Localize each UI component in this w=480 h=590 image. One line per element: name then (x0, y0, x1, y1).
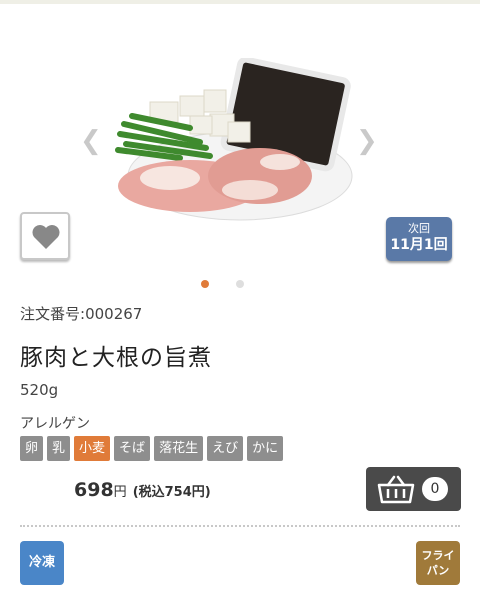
allergen-tag: かに (247, 436, 284, 461)
favorite-button[interactable] (20, 212, 70, 260)
heart-icon (32, 225, 60, 249)
order-number-label: 注文番号: (20, 305, 86, 323)
allergen-label: アレルゲン (20, 416, 90, 432)
add-to-cart-button[interactable]: 0 (366, 467, 461, 511)
price: 698円 (税込754円) (74, 479, 211, 501)
chevron-right-icon[interactable]: ❯ (356, 128, 378, 154)
allergen-list: 卵 乳 小麦 そば 落花生 えび かに (20, 436, 284, 461)
product-image (115, 58, 353, 221)
next-delivery-badge: 次回 11月1回 (386, 217, 452, 261)
price-tax: (税込754円) (132, 485, 211, 500)
order-number-value: 000267 (85, 305, 143, 323)
cook-method-badge: フライパン (416, 541, 460, 585)
chevron-left-icon[interactable]: ❮ (80, 128, 102, 154)
next-delivery-date: 11月1回 (390, 237, 448, 253)
product-weight: 520g (20, 381, 59, 399)
divider (20, 525, 460, 527)
carousel-dot[interactable] (236, 280, 244, 288)
carousel-dot-active[interactable] (201, 280, 209, 288)
storage-badge: 冷凍 (20, 541, 64, 585)
next-delivery-label: 次回 (408, 222, 430, 235)
top-border (0, 0, 480, 4)
price-unit: 円 (113, 485, 127, 500)
product-name: 豚肉と大根の旨煮 (20, 345, 212, 371)
allergen-tag: 乳 (47, 436, 71, 461)
cook-method-label: フライパン (421, 549, 455, 577)
price-value: 698 (74, 479, 114, 501)
allergen-tag-active: 小麦 (74, 436, 111, 461)
order-number: 注文番号:000267 (20, 303, 142, 324)
allergen-tag: えび (207, 436, 244, 461)
basket-icon (377, 475, 415, 504)
carousel-indicator (201, 273, 271, 292)
cart-count: 0 (422, 477, 448, 501)
allergen-tag: 卵 (20, 436, 44, 461)
allergen-tag: 落花生 (154, 436, 204, 461)
product-image-carousel[interactable]: ❮ ❯ (0, 58, 480, 228)
allergen-tag: そば (114, 436, 151, 461)
